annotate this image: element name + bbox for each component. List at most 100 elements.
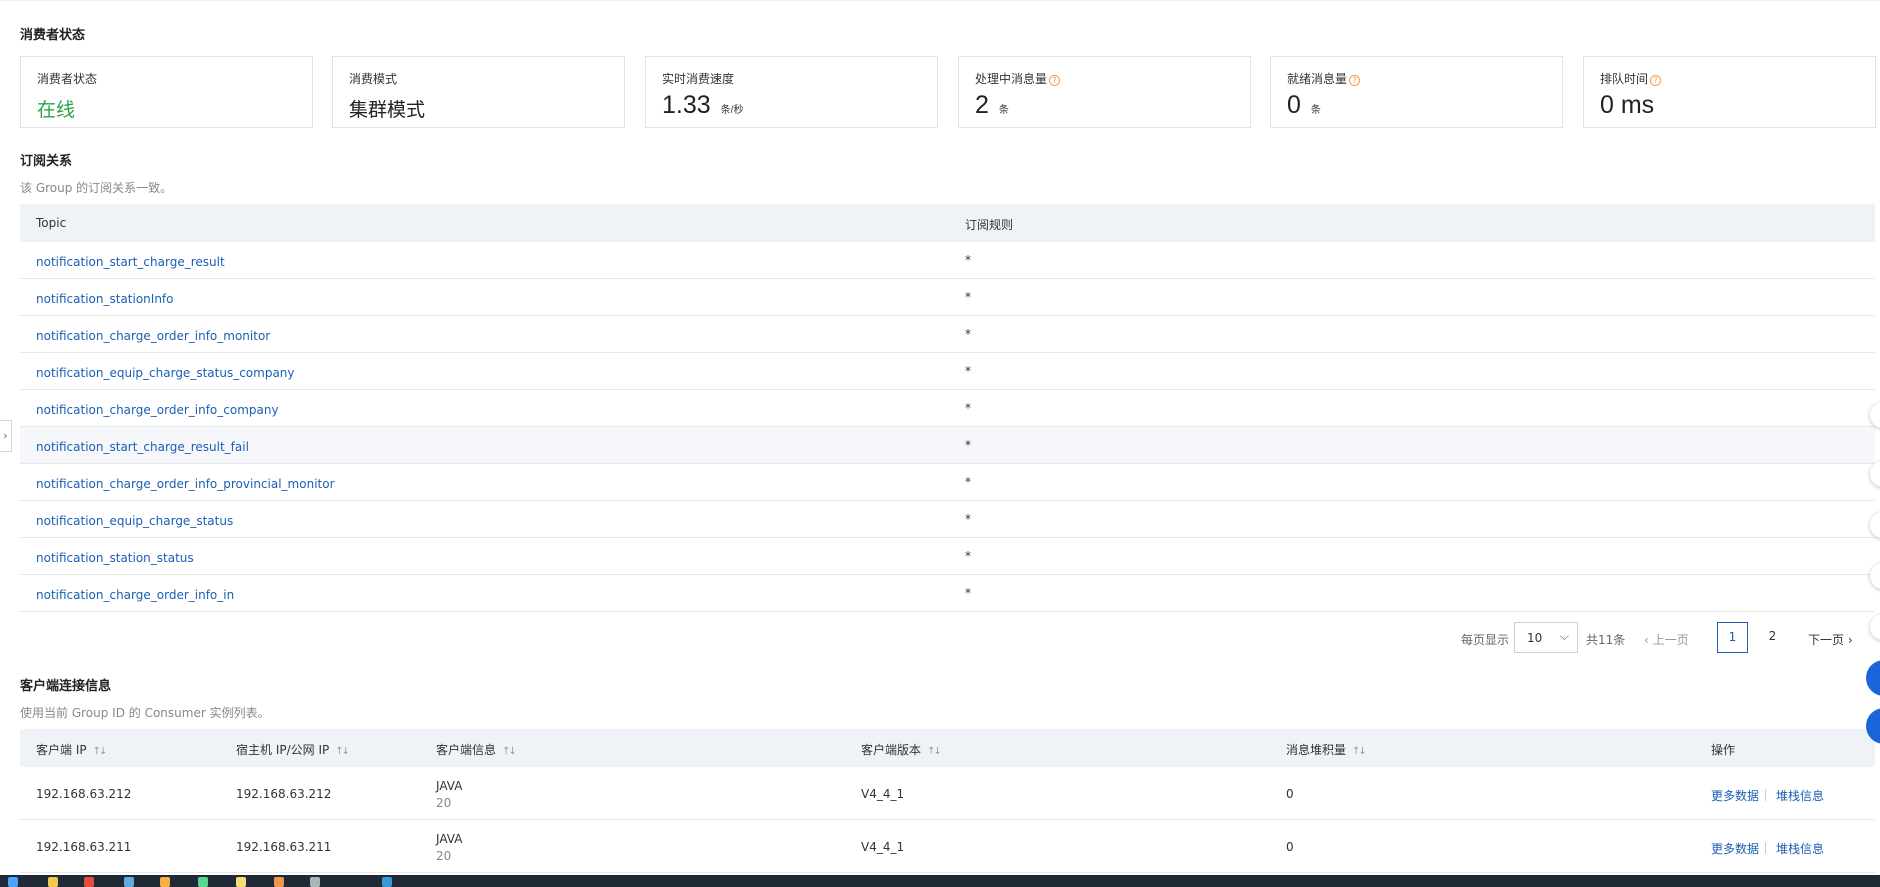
question-circle-icon[interactable]: ?	[1650, 75, 1662, 86]
rule-value: *	[965, 512, 971, 526]
folder-icon[interactable]	[236, 877, 246, 887]
browser-icon[interactable]	[84, 877, 94, 887]
col-host-ip[interactable]: 宿主机 IP/公网 IP ↑↓	[236, 741, 350, 758]
table-row: notification_station_status *	[20, 538, 1875, 575]
clients-table: 客户端 IP ↑↓ 宿主机 IP/公网 IP ↑↓ 客户端信息 ↑↓ 客户端版本 ↑↓ …	[20, 729, 1875, 875]
rule-value: *	[965, 327, 971, 341]
card-unit: 条	[1310, 105, 1321, 116]
table-row: notification_equip_charge_status *	[20, 501, 1875, 538]
topic-link[interactable]: notification_charge_order_info_monitor	[36, 329, 270, 343]
col-backlog[interactable]: 消息堆积量 ↑↓	[1286, 741, 1367, 758]
next-page-label: 下一页	[1808, 633, 1845, 647]
rule-value: *	[965, 475, 971, 489]
taskbar-app-icon[interactable]	[382, 877, 392, 887]
col-topic: Topic	[36, 216, 67, 230]
stack-info-link[interactable]: 堆栈信息	[1776, 840, 1824, 857]
page: 消费者状态 消费者状态 在线 消费模式 集群模式 实时消费速度 1.33 条/秒 …	[0, 0, 1880, 875]
card-label-text: 排队时间	[1600, 72, 1649, 86]
card-consumer-status: 消费者状态 在线	[20, 56, 313, 128]
col-rule: 订阅规则	[965, 218, 1014, 232]
question-circle-icon[interactable]: ?	[1049, 75, 1061, 86]
topic-link[interactable]: notification_station_status	[36, 551, 194, 565]
question-circle-icon[interactable]: ?	[1349, 75, 1361, 86]
col-client-version[interactable]: 客户端版本 ↑↓	[861, 741, 942, 758]
more-data-link[interactable]: 更多数据	[1711, 787, 1759, 804]
page-button-1[interactable]: 1	[1717, 622, 1748, 653]
status-cards: 消费者状态 在线 消费模式 集群模式 实时消费速度 1.33 条/秒 处理中消息量…	[20, 56, 1876, 128]
clients-desc: 使用当前 Group ID 的 Consumer 实例列表。	[20, 706, 270, 720]
col-label: 消息堆积量	[1286, 743, 1347, 757]
col-client-ip[interactable]: 客户端 IP ↑↓	[36, 741, 108, 758]
chevron-left-icon: ‹	[1644, 633, 1649, 647]
client-lang-version: 20	[436, 796, 452, 810]
card-value-number: 1.33	[662, 91, 711, 119]
topic-link[interactable]: notification_equip_charge_status_company	[36, 366, 295, 380]
topic-link[interactable]: notification_equip_charge_status	[36, 514, 233, 528]
sort-icon[interactable]: ↑↓	[93, 746, 108, 757]
card-label: 消费模式	[349, 72, 398, 86]
stack-info-link[interactable]: 堆栈信息	[1776, 787, 1824, 804]
more-data-link[interactable]: 更多数据	[1711, 840, 1759, 857]
card-label: 就绪消息量?	[1287, 70, 1361, 87]
client-ip: 192.168.63.211	[36, 840, 132, 854]
taskbar-app-icon[interactable]	[274, 877, 284, 887]
client-ip: 192.168.63.212	[36, 787, 132, 801]
table-header: 客户端 IP ↑↓ 宿主机 IP/公网 IP ↑↓ 客户端信息 ↑↓ 客户端版本 ↑↓ …	[20, 729, 1875, 767]
card-label-text: 处理中消息量	[975, 72, 1048, 86]
topic-link[interactable]: notification_charge_order_info_company	[36, 403, 279, 417]
expand-sidebar-icon[interactable]: ›	[0, 420, 12, 452]
os-taskbar	[0, 875, 1880, 887]
float-action-button[interactable]	[1866, 660, 1880, 696]
host-ip: 192.168.63.212	[236, 787, 332, 801]
topic-link[interactable]: notification_start_charge_result_fail	[36, 440, 249, 454]
prev-page-label: 上一页	[1652, 633, 1689, 647]
topic-link[interactable]: notification_charge_order_info_provincia…	[36, 477, 335, 491]
consumer-status-title: 消费者状态	[20, 28, 86, 43]
next-page-button[interactable]: 下一页 ›	[1808, 631, 1853, 648]
table-row: notification_charge_order_info_monitor *	[20, 316, 1875, 353]
rule-value: *	[965, 438, 971, 452]
taskbar-app-icon[interactable]	[310, 877, 320, 887]
backlog-count: 0	[1286, 840, 1294, 854]
taskbar-app-icon[interactable]	[124, 877, 134, 887]
taskbar-app-icon[interactable]	[160, 877, 170, 887]
card-label: 实时消费速度	[662, 72, 735, 86]
top-divider	[0, 0, 1880, 1]
windows-start-icon[interactable]	[8, 877, 18, 887]
col-client-info[interactable]: 客户端信息 ↑↓	[436, 741, 517, 758]
client-version: V4_4_1	[861, 787, 905, 801]
topic-link[interactable]: notification_charge_order_info_in	[36, 588, 234, 602]
subscription-desc: 该 Group 的订阅关系一致。	[20, 181, 173, 195]
table-row: notification_charge_order_info_provincia…	[20, 464, 1875, 501]
clients-title: 客户端连接信息	[20, 679, 112, 694]
prev-page-button[interactable]: ‹ 上一页	[1644, 631, 1689, 648]
col-label: 客户端版本	[861, 743, 922, 757]
table-row: notification_start_charge_result_fail *	[20, 427, 1875, 464]
col-label: 客户端 IP	[36, 743, 87, 757]
sort-icon[interactable]: ↑↓	[927, 746, 942, 757]
card-value: 0 ms	[1600, 91, 1655, 119]
card-value-number: 2	[975, 91, 989, 119]
action-divider	[1765, 842, 1766, 854]
client-lang: JAVA	[436, 832, 463, 846]
page-button-2[interactable]: 2	[1757, 622, 1788, 653]
card-ready-count: 就绪消息量? 0条	[1270, 56, 1563, 128]
sort-icon[interactable]: ↑↓	[502, 746, 517, 757]
taskbar-app-icon[interactable]	[198, 877, 208, 887]
taskbar-app-icon[interactable]	[48, 877, 58, 887]
card-value: 集群模式	[349, 100, 426, 121]
table-header: Topic 订阅规则	[20, 204, 1875, 242]
card-value: 0条	[1287, 91, 1321, 120]
sort-icon[interactable]: ↑↓	[335, 746, 350, 757]
client-lang-version: 20	[436, 849, 452, 863]
chevron-down-icon: ⌵	[1559, 629, 1569, 643]
subscription-title: 订阅关系	[20, 154, 73, 169]
card-processing-count: 处理中消息量? 2条	[958, 56, 1251, 128]
client-version: V4_4_1	[861, 840, 905, 854]
sort-icon[interactable]: ↑↓	[1352, 746, 1367, 757]
topic-link[interactable]: notification_stationInfo	[36, 292, 174, 306]
float-tool-button[interactable]	[1870, 614, 1880, 640]
topic-link[interactable]: notification_start_charge_result	[36, 255, 225, 269]
page-size-select[interactable]: 10 ⌵	[1514, 622, 1578, 653]
backlog-count: 0	[1286, 787, 1294, 801]
